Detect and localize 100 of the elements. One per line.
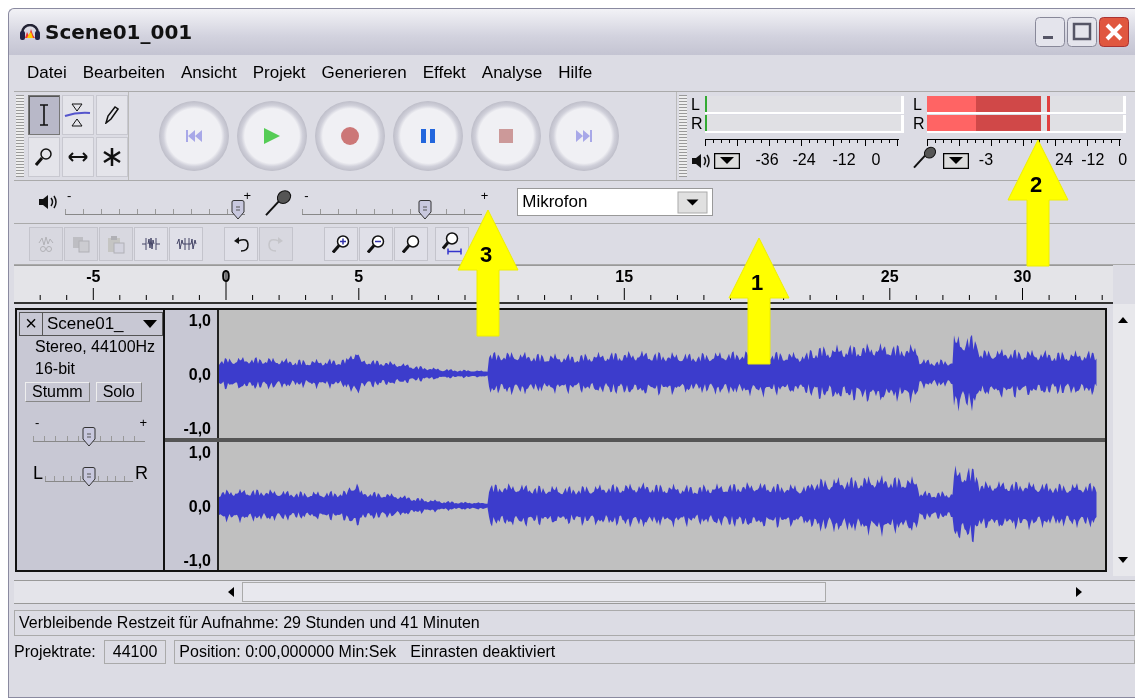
silence-icon [175, 237, 197, 251]
maximize-button[interactable] [1067, 17, 1097, 47]
multi-tool-icon [102, 147, 121, 167]
close-track-button[interactable]: × [20, 313, 43, 335]
scale-label: 24 [1054, 151, 1073, 169]
pause-icon [419, 128, 436, 144]
tool-button[interactable] [95, 95, 128, 135]
waveform-scissors-icon [38, 235, 54, 253]
amplitude-label: 0,0 [188, 366, 211, 384]
speaker-icon [691, 153, 710, 169]
scale-label: 0 [870, 151, 882, 169]
zoom-fit-button[interactable] [435, 227, 469, 261]
callout-number: 3 [480, 242, 493, 268]
minus-label: - [304, 189, 309, 202]
channel-label: R [691, 115, 704, 132]
menu-item[interactable]: Ansicht [172, 63, 245, 83]
slider-thumb[interactable] [82, 467, 96, 487]
envelope-tool-icon [64, 103, 92, 127]
dropdown-button[interactable] [714, 153, 740, 169]
plus-label: + [139, 416, 147, 429]
slider-thumb[interactable] [230, 200, 245, 220]
amplitude-label: 1,0 [188, 444, 211, 462]
window-title: Scene01_001 [45, 20, 194, 44]
play-icon [262, 127, 281, 145]
amplitude-label: 1,0 [188, 312, 211, 330]
channel-label: L [691, 96, 701, 113]
dropdown-button[interactable] [942, 153, 969, 169]
time-label: 0 [221, 268, 231, 286]
track-info: Stereo, 44100Hz [34, 337, 157, 357]
mute-button[interactable]: Stumm [25, 382, 90, 402]
vertical-scrollbar[interactable] [1113, 304, 1135, 576]
time-label: 5 [354, 268, 364, 286]
scale-label: -12 [831, 151, 857, 169]
caret-icon [142, 319, 158, 329]
position-text: Position: 0:00,000000 Min:Sek [179, 643, 397, 661]
track-name-menu[interactable]: Scene01_ [43, 313, 162, 335]
amplitude-label: 0,0 [188, 498, 211, 516]
zoom-fit-icon [442, 232, 462, 256]
pencil-tool-icon [104, 106, 119, 124]
tool-button[interactable] [27, 95, 60, 135]
project-rate-label: Projektrate: [14, 643, 96, 661]
copy-icon [72, 235, 90, 253]
menu-item[interactable]: Bearbeiten [74, 63, 173, 83]
zoom-out-icon [367, 234, 385, 254]
zoom-tool-icon [35, 148, 53, 166]
scale-label: -3 [978, 151, 995, 169]
amplitude-label: -1,0 [183, 420, 211, 438]
horizontal-scrollbar[interactable] [14, 580, 1135, 604]
slider-thumb[interactable] [417, 200, 432, 220]
menu-item[interactable]: Datei [19, 63, 75, 83]
menu-item[interactable]: Analyse [473, 63, 551, 83]
record-icon [339, 126, 360, 146]
right-label: R [135, 464, 148, 482]
time-label: 30 [1013, 268, 1032, 286]
caret-icon [677, 190, 709, 214]
zoom-in-button[interactable] [324, 227, 358, 261]
amplitude-label: -1,0 [183, 552, 211, 570]
menu-item[interactable]: Generieren [313, 63, 415, 83]
menu-item[interactable]: Projekt [244, 63, 314, 83]
channel-label: R [913, 115, 926, 132]
snap-status: Einrasten deaktiviert [410, 643, 556, 661]
menu-item[interactable]: Effekt [414, 63, 474, 83]
time-label: 15 [615, 268, 634, 286]
callout-number: 1 [751, 270, 764, 296]
tool-button[interactable] [61, 137, 94, 177]
headphones-icon [19, 23, 41, 41]
scale-label: -24 [791, 151, 817, 169]
input-source-dropdown[interactable]: Mikrofon [517, 188, 714, 216]
menu-item[interactable]: Hilfe [550, 63, 601, 83]
timeshift-tool-icon [67, 152, 88, 162]
stop-icon [497, 128, 514, 144]
time-label: 25 [880, 268, 899, 286]
paste-icon [107, 234, 125, 254]
callout-number: 2 [1030, 172, 1043, 198]
magnifier-icon [402, 234, 420, 254]
zoom-out-button[interactable] [359, 227, 393, 261]
scrollbar-thumb[interactable] [242, 582, 826, 602]
magnifier-button[interactable] [394, 227, 428, 261]
tool-button[interactable] [95, 137, 128, 177]
slider-thumb[interactable] [82, 427, 96, 447]
scale-label: -12 [1080, 151, 1106, 169]
silence-button[interactable] [169, 227, 203, 261]
close-button[interactable] [1099, 17, 1129, 47]
minimize-button[interactable] [1035, 17, 1065, 47]
scale-label: -36 [754, 151, 780, 169]
project-rate-field[interactable]: 44100 [103, 640, 167, 664]
zoom-in-icon [332, 234, 350, 254]
ibeam-tool-icon [38, 104, 49, 126]
scale-label: 0 [1117, 151, 1129, 169]
minus-label: - [67, 189, 72, 202]
undo-button[interactable] [224, 227, 258, 261]
solo-button[interactable]: Solo [95, 382, 142, 402]
toolbar-grip[interactable] [16, 95, 24, 177]
speaker-icon [38, 194, 57, 210]
forward-icon [574, 129, 593, 143]
minus-label: - [35, 416, 40, 429]
tool-button[interactable] [27, 137, 60, 177]
toolbar-grip[interactable] [679, 95, 687, 177]
plus-label: + [243, 189, 251, 202]
trim-button[interactable] [134, 227, 168, 261]
